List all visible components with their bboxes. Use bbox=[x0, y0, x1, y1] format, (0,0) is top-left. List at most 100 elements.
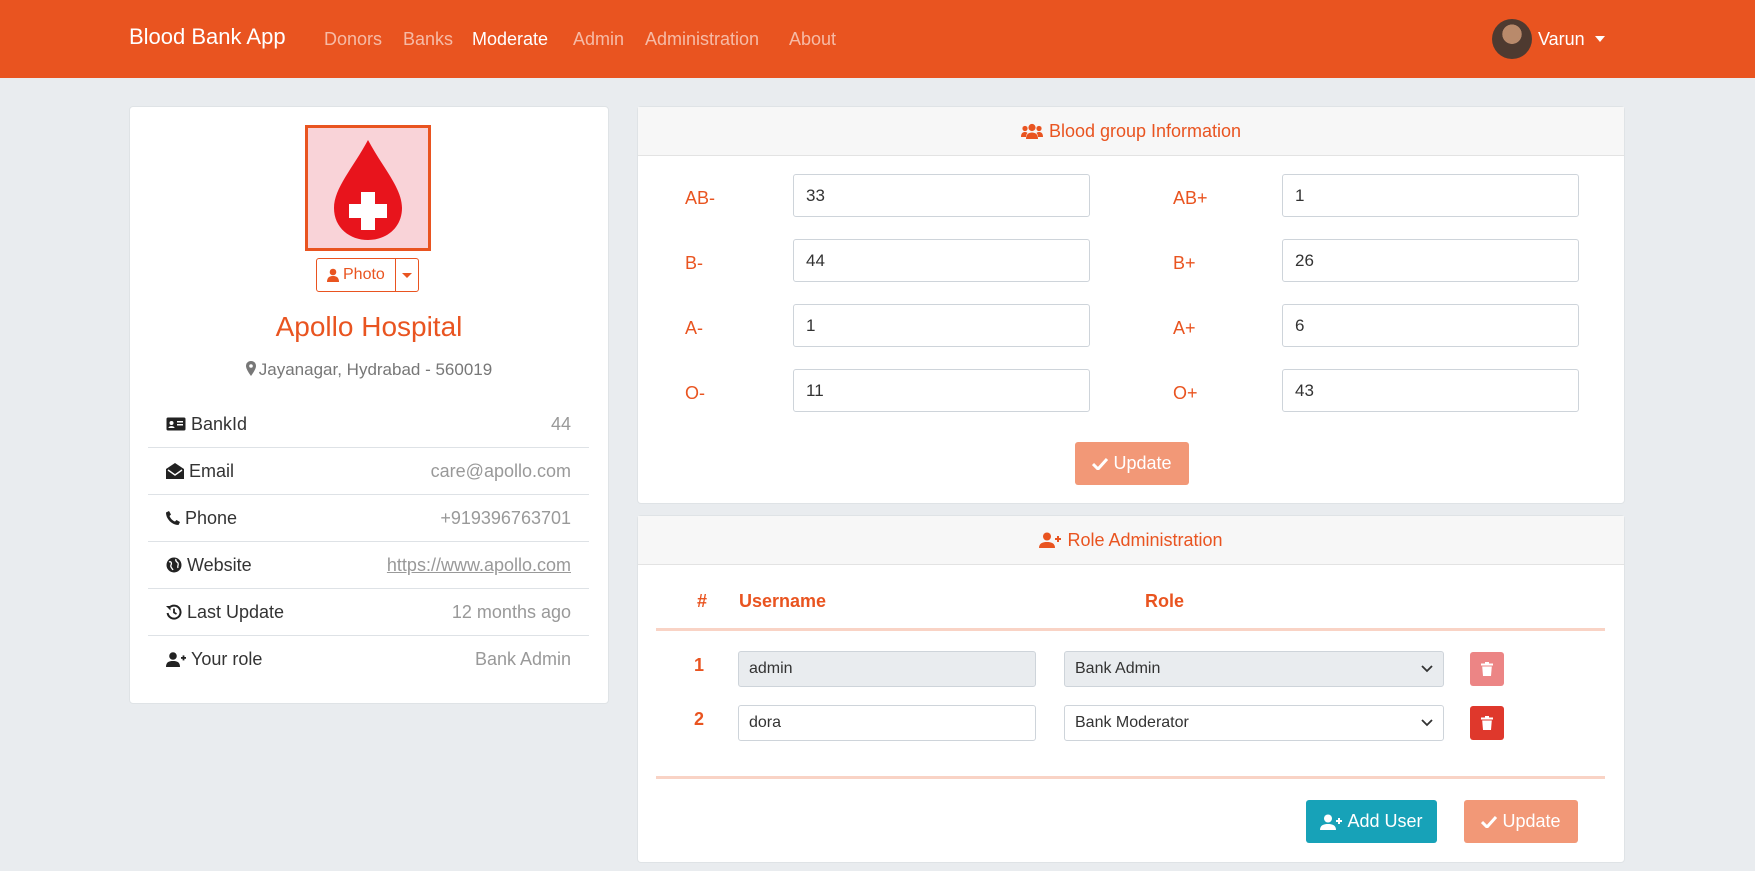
detail-row-role: Your role Bank Admin bbox=[148, 636, 589, 683]
role-select[interactable]: Bank Admin bbox=[1064, 651, 1444, 687]
address-text: Jayanagar, Hydrabad - 560019 bbox=[258, 360, 493, 379]
input-a-pos[interactable]: 6 bbox=[1282, 304, 1579, 347]
role-admin-title: Role Administration bbox=[1067, 529, 1223, 550]
detail-label: Your role bbox=[191, 649, 263, 669]
bank-profile-card: Photo Apollo Hospital Jayanagar, Hydraba… bbox=[129, 106, 609, 704]
photo-button[interactable]: Photo bbox=[317, 259, 396, 291]
map-marker-icon bbox=[245, 361, 256, 376]
header-divider bbox=[656, 628, 1605, 631]
label-b-pos: B+ bbox=[1173, 253, 1196, 273]
avatar bbox=[1492, 19, 1532, 59]
user-plus-icon bbox=[1320, 814, 1343, 830]
bank-name: Apollo Hospital bbox=[275, 311, 463, 342]
delete-user-button[interactable] bbox=[1470, 706, 1504, 740]
id-card-icon bbox=[166, 417, 186, 431]
history-icon bbox=[166, 604, 182, 620]
role-admin-card: Role Administration # Username Role 1 ad… bbox=[637, 515, 1625, 863]
detail-value: Bank Admin bbox=[474, 649, 571, 669]
website-link[interactable]: https://www.apollo.com bbox=[387, 555, 571, 576]
role-select-value: Bank Moderator bbox=[1075, 714, 1189, 731]
nav-banks[interactable]: Banks bbox=[403, 29, 453, 50]
chevron-down-icon bbox=[1421, 719, 1433, 727]
label-a-pos: A+ bbox=[1173, 318, 1196, 338]
detail-value: 44 bbox=[550, 413, 571, 434]
username-input[interactable]: dora bbox=[738, 705, 1036, 741]
input-b-pos[interactable]: 26 bbox=[1282, 239, 1579, 282]
add-user-button[interactable]: Add User bbox=[1306, 800, 1437, 843]
role-select[interactable]: Bank Moderator bbox=[1064, 705, 1444, 741]
detail-row-bankid: BankId 44 bbox=[148, 401, 589, 448]
detail-row-website: Website https://www.apollo.com bbox=[148, 542, 589, 589]
label-ab-pos: AB+ bbox=[1173, 188, 1208, 208]
header-username: Username bbox=[739, 591, 827, 611]
check-icon bbox=[1092, 457, 1109, 470]
label-a-neg: A- bbox=[685, 318, 703, 338]
label-o-pos: O+ bbox=[1173, 383, 1198, 403]
nav-moderate[interactable]: Moderate bbox=[472, 29, 548, 50]
detail-value: 12 months ago bbox=[451, 601, 571, 622]
user-plus-icon bbox=[1039, 532, 1062, 548]
add-user-label: Add User bbox=[1347, 811, 1423, 831]
detail-label: Phone bbox=[185, 507, 238, 528]
nav-about[interactable]: About bbox=[789, 29, 836, 50]
username-input[interactable]: admin bbox=[738, 651, 1036, 687]
user-menu[interactable]: Varun bbox=[1492, 18, 1605, 60]
detail-label: BankId bbox=[191, 413, 248, 434]
blood-group-title: Blood group Information bbox=[1048, 120, 1242, 141]
navbar: Blood Bank App Donors Banks Moderate Adm… bbox=[0, 0, 1755, 78]
update-label: Update bbox=[1113, 453, 1172, 473]
blood-drop-icon bbox=[334, 140, 402, 240]
nav-donors[interactable]: Donors bbox=[324, 29, 382, 50]
detail-row-email: Email care@apollo.com bbox=[148, 448, 589, 495]
input-b-neg[interactable]: 44 bbox=[793, 239, 1090, 282]
globe-icon bbox=[166, 557, 182, 573]
input-ab-pos[interactable]: 1 bbox=[1282, 174, 1579, 217]
input-o-neg[interactable]: 11 bbox=[793, 369, 1090, 412]
detail-label: Email bbox=[189, 460, 235, 481]
trash-icon bbox=[1481, 662, 1493, 676]
trash-icon bbox=[1481, 716, 1493, 730]
nav-administration[interactable]: Administration bbox=[645, 29, 759, 50]
bank-photo bbox=[305, 125, 431, 251]
label-ab-neg: AB- bbox=[685, 188, 716, 208]
header-role: Role bbox=[1145, 591, 1185, 611]
header-index: # bbox=[697, 591, 708, 611]
photo-button-group: Photo bbox=[316, 258, 419, 292]
label-o-neg: O- bbox=[685, 383, 705, 403]
nav-admin[interactable]: Admin bbox=[573, 29, 624, 50]
row-index: 2 bbox=[694, 709, 705, 729]
user-name: Varun bbox=[1538, 28, 1585, 49]
caret-down-icon bbox=[1594, 36, 1605, 42]
detail-value: care@apollo.com bbox=[430, 460, 571, 481]
role-select-value: Bank Admin bbox=[1075, 660, 1161, 677]
detail-row-last-update: Last Update 12 months ago bbox=[148, 589, 589, 636]
photo-button-label: Photo bbox=[343, 266, 385, 283]
input-a-neg[interactable]: 1 bbox=[793, 304, 1090, 347]
bank-address: Jayanagar, Hydrabad - 560019 bbox=[130, 360, 608, 380]
envelope-open-icon bbox=[166, 463, 184, 479]
detail-value: +919396763701 bbox=[440, 507, 571, 528]
photo-dropdown-toggle[interactable] bbox=[396, 259, 418, 291]
users-icon bbox=[1020, 123, 1043, 139]
detail-label: Website bbox=[187, 554, 252, 575]
check-icon bbox=[1481, 815, 1498, 828]
user-plus-icon bbox=[166, 652, 186, 667]
detail-label: Last Update bbox=[187, 601, 285, 622]
table-bottom-divider bbox=[656, 776, 1605, 779]
label-b-neg: B- bbox=[685, 253, 703, 273]
user-icon bbox=[327, 268, 339, 282]
role-admin-header: Role Administration bbox=[638, 516, 1624, 565]
update-label: Update bbox=[1502, 811, 1561, 831]
blood-group-update-button[interactable]: Update bbox=[1075, 442, 1189, 485]
blood-group-card: Blood group Information AB- 33 AB+ 1 B- … bbox=[637, 106, 1625, 504]
chevron-down-icon bbox=[1421, 665, 1433, 673]
row-index: 1 bbox=[694, 655, 705, 675]
delete-user-button[interactable] bbox=[1470, 652, 1504, 686]
input-ab-neg[interactable]: 33 bbox=[793, 174, 1090, 217]
brand-link[interactable]: Blood Bank App bbox=[129, 24, 286, 50]
caret-down-icon bbox=[401, 272, 412, 278]
phone-icon bbox=[166, 511, 180, 525]
input-o-pos[interactable]: 43 bbox=[1282, 369, 1579, 412]
roles-update-button[interactable]: Update bbox=[1464, 800, 1578, 843]
detail-row-phone: Phone +919396763701 bbox=[148, 495, 589, 542]
